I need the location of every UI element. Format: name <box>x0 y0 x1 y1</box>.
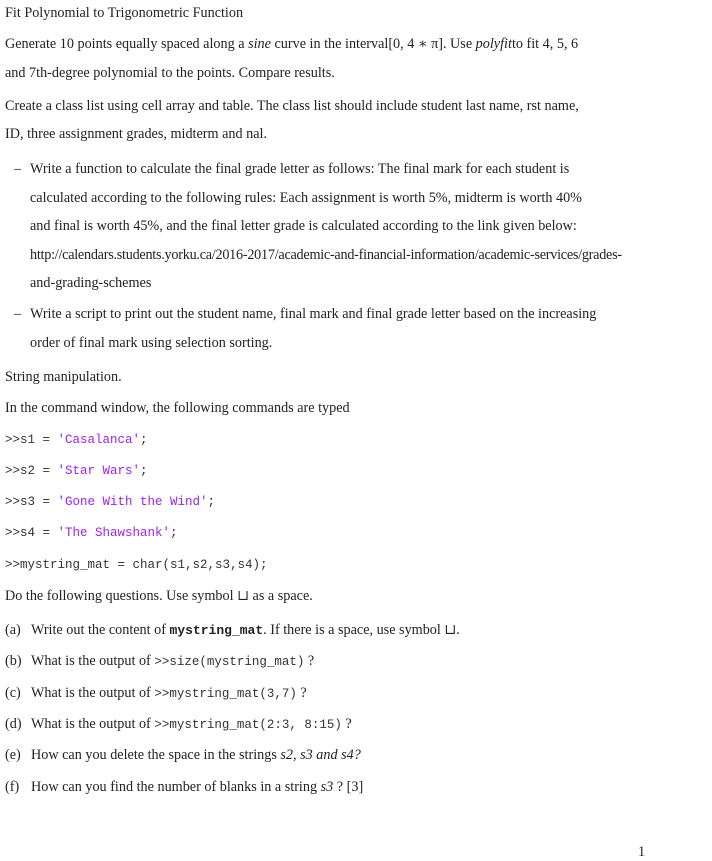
section-title-polyfit: Fit Polynomial to Trigonometric Function <box>5 5 244 21</box>
questions-intro: Do the following questions. Use symbol ⊔… <box>5 588 313 604</box>
question-e: (e) How can you delete the space in the s… <box>5 747 361 763</box>
section-title-strings: String manipulation. <box>5 369 122 385</box>
question-d: (d) What is the output of >>mystring_mat(… <box>5 716 352 732</box>
question-b: (b) What is the output of >>size(mystring… <box>5 653 315 669</box>
bullet-2-line: Write a script to print out the student … <box>30 306 597 322</box>
question-c: (c) What is the output of >>mystring_mat(… <box>5 685 307 701</box>
bullet-1-line: Write a function to calculate the final … <box>30 161 570 177</box>
question-a: (a) Write out the content of mystring_mat… <box>5 622 460 638</box>
command-line: >>s3 = 'Gone With the Wind'; <box>5 495 216 509</box>
page-number: 1 <box>638 844 646 860</box>
grading-link-continued[interactable]: and-grading-schemes <box>30 274 151 292</box>
command-line: >>mystring_mat = char(s1,s2,s3,s4); <box>5 558 268 572</box>
grading-link[interactable]: http://calendars.students.yorku.ca/2016-… <box>30 246 622 264</box>
question-f: (f) How can you find the number of blanks… <box>5 779 364 795</box>
bullet-dash: – <box>14 306 22 322</box>
bullet-1-line: calculated according to the following ru… <box>30 190 582 206</box>
paragraph-classlist-1: Create a class list using cell array and… <box>5 98 579 114</box>
bullet-2-line: order of final mark using selection sort… <box>30 335 273 351</box>
command-line: >>s1 = 'Casalanca'; <box>5 433 148 447</box>
paragraph-classlist-2: ID, three assignment grades, midterm and… <box>5 126 267 142</box>
commands-intro: In the command window, the following com… <box>5 400 350 416</box>
bullet-1-line: and final is worth 45%, and the final le… <box>30 218 577 234</box>
bullet-dash: – <box>14 161 22 177</box>
command-line: >>s2 = 'Star Wars'; <box>5 464 148 478</box>
paragraph-polyfit-1: Generate 10 points equally spaced along … <box>5 36 579 52</box>
command-line: >>s4 = 'The Shawshank'; <box>5 526 178 540</box>
paragraph-polyfit-2: and 7th-degree polynomial to the points.… <box>5 65 335 81</box>
